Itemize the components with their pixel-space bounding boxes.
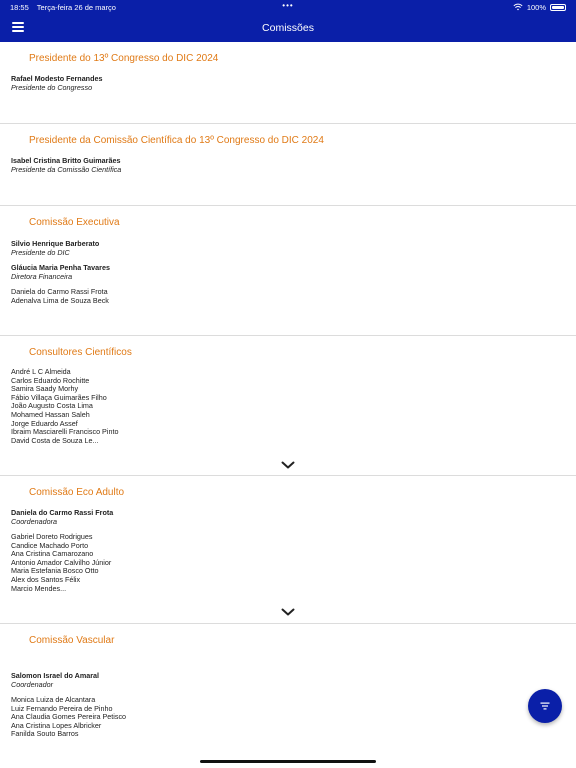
person: Daniela do Carmo Rassi Frota Coordenador… xyxy=(11,508,576,526)
wifi-icon xyxy=(513,3,523,11)
nav-bar: Comissões xyxy=(0,14,576,42)
list-item: David Costa de Souza Le... xyxy=(11,435,99,445)
list-item: Ana Cristina Lopes Albricker xyxy=(11,720,102,730)
section-title: Comissão Executiva xyxy=(29,217,120,228)
status-time: 18:55 xyxy=(10,2,29,12)
section-comissao-eco-adulto: Comissão Eco Adulto Daniela do Carmo Ras… xyxy=(0,476,576,624)
list-item: João Augusto Costa Lima xyxy=(11,401,93,411)
filter-list-icon xyxy=(540,702,550,710)
person-name: Daniela do Carmo Rassi Frota xyxy=(11,508,114,517)
section-presidente: Presidente do 13º Congresso do DIC 2024 … xyxy=(0,42,576,124)
person-name: Rafael Modesto Fernandes xyxy=(11,74,103,83)
person-role: Coordenador xyxy=(11,680,53,689)
section-title: Comissão Vascular xyxy=(29,635,115,646)
person: Salomon Israel do Amaral Coordenador xyxy=(11,671,576,689)
list-item: Alex dos Santos Félix xyxy=(11,574,81,584)
status-bar: 18:55 Terça-feira 26 de março ••• 100% xyxy=(0,0,576,14)
person: Isabel Cristina Britto Guimarães Preside… xyxy=(11,156,576,174)
section-comissao-executiva: Comissão Executiva Silvio Henrique Barbe… xyxy=(0,206,576,336)
chevron-down-icon[interactable] xyxy=(281,461,295,469)
person-role: Coordenadora xyxy=(11,517,57,526)
commission-list[interactable]: Presidente do 13º Congresso do DIC 2024 … xyxy=(0,42,576,768)
person-name: Gláucia Maria Penha Tavares xyxy=(11,263,110,272)
home-indicator[interactable] xyxy=(200,760,376,763)
multitask-dots-icon[interactable]: ••• xyxy=(282,1,293,10)
person-name: Salomon Israel do Amaral xyxy=(11,671,100,680)
section-title: Presidente da Comissão Científica do 13º… xyxy=(29,135,324,146)
section-comissao-cientifica: Presidente da Comissão Científica do 13º… xyxy=(0,124,576,206)
person: Silvio Henrique Barberato Presidente do … xyxy=(11,239,576,257)
member-list: Gabriel Doreto Rodrigues Candice Machado… xyxy=(11,532,576,593)
person-role: Presidente do Congresso xyxy=(11,83,93,92)
battery-icon xyxy=(550,3,566,11)
person: Gláucia Maria Penha Tavares Diretora Fin… xyxy=(11,263,576,281)
section-title: Consultores Científicos xyxy=(29,347,132,358)
list-item: Candice Machado Porto xyxy=(11,540,89,550)
person-role: Diretora Financeira xyxy=(11,272,73,281)
list-item: Maria Estefania Bosco Otto xyxy=(11,566,99,576)
list-item: André L C Almeida xyxy=(11,367,71,376)
person-name: Silvio Henrique Barberato xyxy=(11,239,100,248)
member-list: Daniela do Carmo Rassi Frota Adenalva Li… xyxy=(11,287,576,305)
person-name: Isabel Cristina Britto Guimarães xyxy=(11,156,121,165)
member-list: André L C Almeida Carlos Eduardo Rochitt… xyxy=(11,367,576,445)
person-role: Presidente da Comissão Científica xyxy=(11,165,122,174)
status-date: Terça-feira 26 de março xyxy=(36,2,116,12)
page-title: Comissões xyxy=(262,22,314,34)
person: Rafael Modesto Fernandes Presidente do C… xyxy=(11,74,576,92)
section-title: Presidente do 13º Congresso do DIC 2024 xyxy=(29,53,219,64)
list-item: Carlos Eduardo Rochitte xyxy=(11,375,90,385)
list-item: Mohamed Hassan Saleh xyxy=(11,409,90,419)
person-role: Presidente do DIC xyxy=(11,248,70,257)
list-item: Fanilda Souto Barros xyxy=(11,729,79,739)
member-list: Monica Luiza de Alcantara Luiz Fernando … xyxy=(11,695,576,739)
list-item: Marcio Mendes... xyxy=(11,583,67,593)
list-item: Gabriel Doreto Rodrigues xyxy=(11,532,93,541)
battery-percent: 100% xyxy=(526,2,546,12)
list-item: Adenalva Lima de Souza Beck xyxy=(11,295,109,305)
section-comissao-vascular: Comissão Vascular Salomon Israel do Amar… xyxy=(0,624,576,764)
list-item: Fábio Villaça Guimarães Filho xyxy=(11,392,107,402)
section-title: Comissão Eco Adulto xyxy=(29,487,125,498)
filter-fab-button[interactable] xyxy=(528,689,562,723)
hamburger-icon[interactable] xyxy=(12,22,24,32)
section-consultores-cientificos: Consultores Científicos André L C Almeid… xyxy=(0,336,576,476)
chevron-down-icon[interactable] xyxy=(281,608,295,616)
